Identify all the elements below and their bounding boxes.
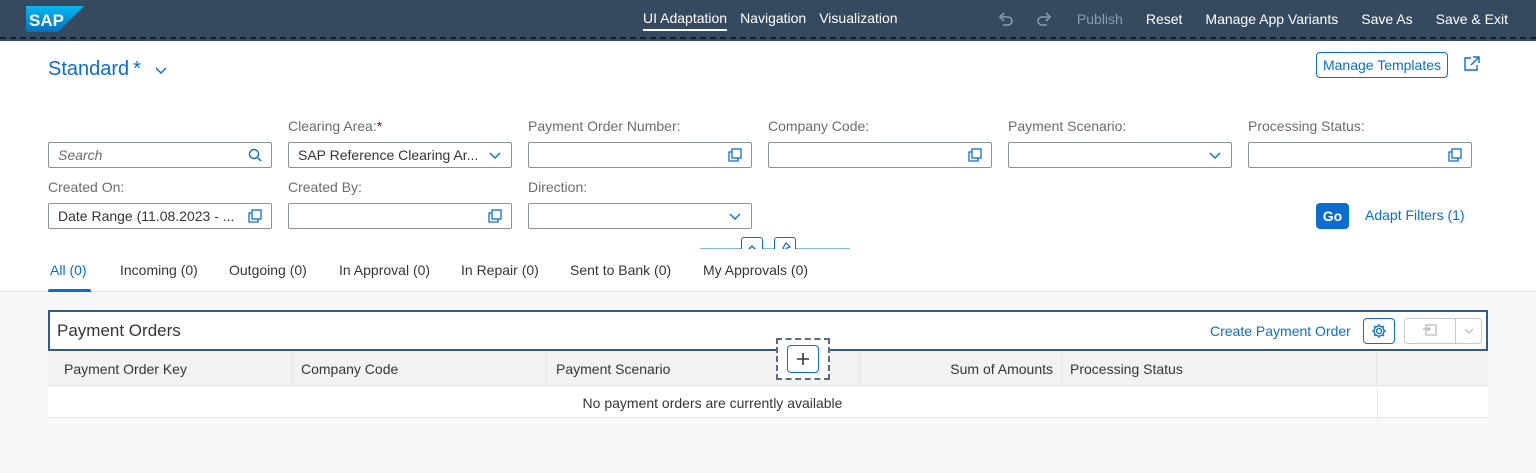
column-sum-of-amounts[interactable]: Sum of Amounts <box>860 352 1062 386</box>
variant-management[interactable]: Standard * <box>48 58 167 81</box>
no-data-row: No payment orders are currently availabl… <box>48 387 1488 418</box>
tab-all[interactable]: All (0) <box>50 262 87 278</box>
created-by-input[interactable] <box>288 203 512 229</box>
search-input[interactable]: Search <box>48 142 272 168</box>
column-processing-status[interactable]: Processing Status <box>1062 352 1377 386</box>
add-button[interactable] <box>787 345 819 373</box>
chevron-down-icon[interactable] <box>488 148 502 162</box>
created-on-input[interactable]: Date Range (11.08.2023 - ... <box>48 203 272 229</box>
export-icon[interactable] <box>1405 319 1456 343</box>
create-payment-order-button[interactable]: Create Payment Order <box>1210 323 1351 339</box>
tab-in-approval[interactable]: In Approval (0) <box>339 262 430 278</box>
mode-switch: UI Adaptation Navigation Visualization <box>643 10 898 31</box>
payment-order-number-input[interactable] <box>528 142 752 168</box>
add-column-overlay <box>776 338 830 380</box>
company-code-input[interactable] <box>768 142 992 168</box>
manage-templates-button[interactable]: Manage Templates <box>1316 52 1448 78</box>
payment-scenario-select[interactable] <box>1008 142 1232 168</box>
clearing-area-select[interactable]: SAP Reference Clearing Ar... <box>288 142 512 168</box>
icon-tab-bar: All (0) Incoming (0) Outgoing (0) In App… <box>0 249 1536 292</box>
direction-select[interactable] <box>528 203 752 229</box>
chevron-down-icon[interactable] <box>728 209 742 223</box>
undo-icon[interactable] <box>996 10 1016 28</box>
variant-modified-marker: * <box>133 58 141 80</box>
tab-incoming[interactable]: Incoming (0) <box>120 262 198 278</box>
save-as-button[interactable]: Save As <box>1361 11 1412 27</box>
active-tab-indicator <box>48 289 91 292</box>
search-icon[interactable] <box>248 148 262 162</box>
value-help-icon[interactable] <box>488 209 502 223</box>
sap-logo: SAP <box>26 6 84 32</box>
payment-scenario-label: Payment Scenario: <box>1008 118 1127 134</box>
mode-ui-adaptation[interactable]: UI Adaptation <box>643 10 728 31</box>
redo-icon[interactable] <box>1034 10 1054 28</box>
no-data-message: No payment orders are currently availabl… <box>582 395 843 411</box>
processing-status-input[interactable] <box>1248 142 1472 168</box>
gear-icon <box>1372 324 1386 338</box>
column-payment-order-key[interactable]: Payment Order Key <box>48 352 293 386</box>
table-column-header: Payment Order Key Company Code Payment S… <box>48 352 1488 386</box>
value-help-icon[interactable] <box>1448 148 1462 162</box>
chevron-down-icon[interactable] <box>1456 319 1481 343</box>
share-icon[interactable] <box>1463 56 1481 77</box>
publish-button[interactable]: Publish <box>1077 11 1123 27</box>
dynamic-page-header: Standard * Manage Templates Search Clear… <box>0 41 1536 249</box>
reset-button[interactable]: Reset <box>1146 11 1183 27</box>
mode-navigation[interactable]: Navigation <box>740 10 806 31</box>
adaptation-toolbar: SAP UI Adaptation Navigation Visualizati… <box>0 0 1536 41</box>
tab-sent-to-bank[interactable]: Sent to Bank (0) <box>570 262 671 278</box>
required-marker: * <box>376 118 383 134</box>
tab-outgoing[interactable]: Outgoing (0) <box>229 262 307 278</box>
svg-text:SAP: SAP <box>29 11 64 30</box>
mode-visualization[interactable]: Visualization <box>819 10 897 31</box>
go-button[interactable]: Go <box>1316 203 1349 229</box>
created-by-label: Created By: <box>288 179 362 195</box>
table-title: Payment Orders <box>57 321 181 340</box>
plus-icon <box>797 353 809 365</box>
adaptation-actions: Publish Reset Manage App Variants Save A… <box>978 10 1508 28</box>
value-help-icon[interactable] <box>728 148 742 162</box>
table-settings-button[interactable] <box>1363 318 1395 344</box>
processing-status-label: Processing Status: <box>1248 118 1365 134</box>
value-help-icon[interactable] <box>968 148 982 162</box>
manage-app-variants-button[interactable]: Manage App Variants <box>1205 11 1338 27</box>
adaptation-border <box>0 37 1536 39</box>
chevron-down-icon[interactable] <box>155 58 167 81</box>
column-divider <box>1377 387 1378 418</box>
adapt-filters-button[interactable]: Adapt Filters (1) <box>1365 207 1465 223</box>
export-button[interactable] <box>1404 318 1482 344</box>
direction-label: Direction: <box>528 179 588 195</box>
chevron-down-icon[interactable] <box>1208 148 1222 162</box>
clearing-area-label: Clearing Area:* <box>288 118 383 134</box>
table-toolbar[interactable]: Payment Orders Create Payment Order <box>48 310 1488 351</box>
company-code-label: Company Code: <box>768 118 870 134</box>
created-on-label: Created On: <box>48 179 125 195</box>
value-help-icon[interactable] <box>248 209 262 223</box>
tab-my-approvals[interactable]: My Approvals (0) <box>703 262 808 278</box>
variant-name: Standard <box>48 58 130 80</box>
column-company-code[interactable]: Company Code <box>293 352 547 386</box>
tab-in-repair[interactable]: In Repair (0) <box>461 262 539 278</box>
payment-order-number-label: Payment Order Number: <box>528 118 681 134</box>
save-exit-button[interactable]: Save & Exit <box>1436 11 1508 27</box>
